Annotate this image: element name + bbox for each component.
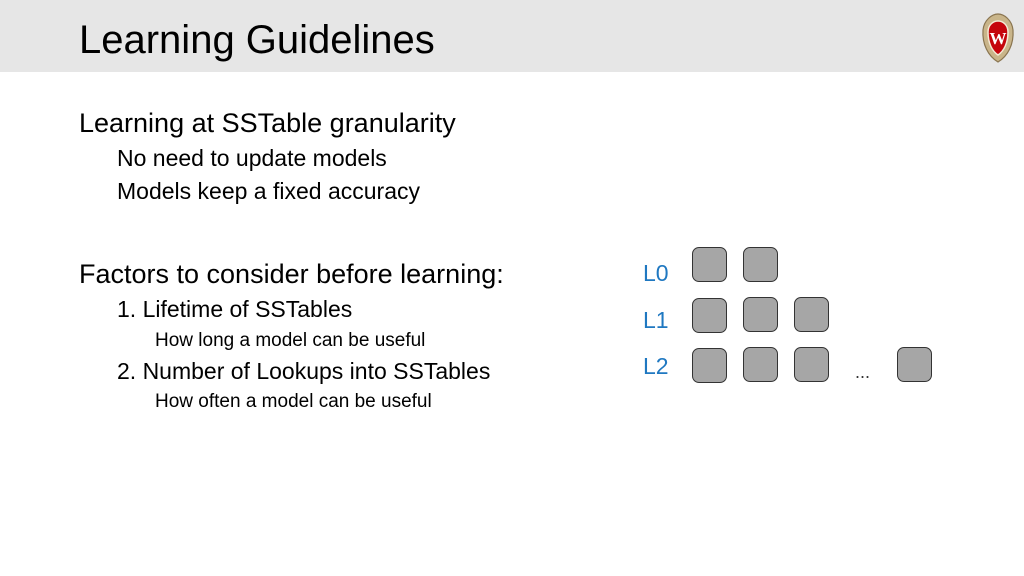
factor-label: 2. Number of Lookups into SSTables bbox=[117, 358, 491, 384]
sstable-block bbox=[794, 297, 829, 332]
slide-title: Learning Guidelines bbox=[79, 18, 435, 62]
sstable-block bbox=[743, 297, 778, 332]
level-label-l0: L0 bbox=[643, 260, 669, 286]
slide-header: Learning Guidelines W bbox=[0, 0, 1024, 72]
sstable-block bbox=[743, 347, 778, 382]
factor-detail: How often a model can be useful bbox=[155, 391, 432, 412]
svg-text:W: W bbox=[990, 29, 1007, 48]
sstable-block bbox=[743, 247, 778, 282]
level-label-l1: L1 bbox=[643, 307, 669, 333]
ellipsis: ... bbox=[855, 362, 871, 382]
section2-heading: Factors to consider before learning: bbox=[79, 259, 504, 289]
factor-label: 1. Lifetime of SSTables bbox=[117, 296, 353, 322]
section1-heading: Learning at SSTable granularity bbox=[79, 108, 456, 138]
sstable-block bbox=[692, 298, 727, 333]
level-label-l2: L2 bbox=[643, 353, 669, 379]
uw-madison-crest-icon: W bbox=[982, 13, 1014, 63]
sstable-block bbox=[692, 348, 727, 383]
sstable-block bbox=[897, 347, 932, 382]
sstable-block bbox=[794, 347, 829, 382]
factor-detail: How long a model can be useful bbox=[155, 330, 426, 351]
section1-point: Models keep a fixed accuracy bbox=[117, 178, 420, 204]
section1-point: No need to update models bbox=[117, 145, 387, 171]
sstable-block bbox=[692, 247, 727, 282]
